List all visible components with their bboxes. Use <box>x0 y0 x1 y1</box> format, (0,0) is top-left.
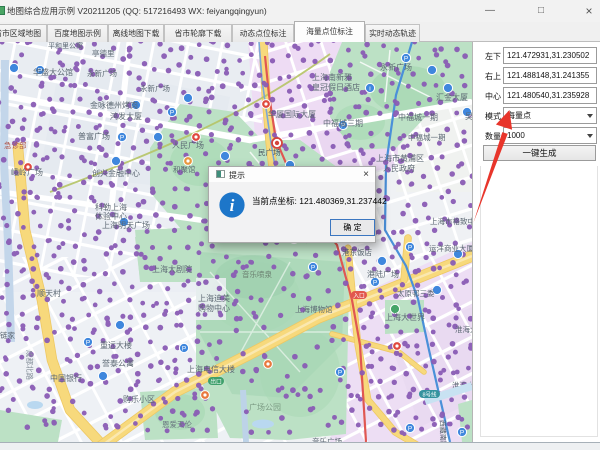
svg-text:P: P <box>182 345 186 352</box>
svg-text:上海电信大楼: 上海电信大楼 <box>187 364 235 374</box>
svg-text:恩爱天伦: 恩爱天伦 <box>162 419 192 429</box>
svg-text:上海明天广场: 上海明天广场 <box>102 220 150 230</box>
svg-text:中福城三期: 中福城三期 <box>323 118 363 128</box>
svg-text:出口: 出口 <box>210 378 222 386</box>
svg-text:上海博物馆: 上海博物馆 <box>295 304 333 314</box>
svg-text:港东饭店: 港东饭店 <box>342 247 372 257</box>
svg-text:科勒上海: 科勒上海 <box>95 202 127 212</box>
svg-text:P: P <box>338 369 342 376</box>
svg-text:上海迪美: 上海迪美 <box>198 293 230 303</box>
svg-text:吴宫大: 吴宫大 <box>465 111 472 121</box>
svg-text:永新广场: 永新广场 <box>140 83 170 93</box>
svg-text:P: P <box>373 279 377 286</box>
svg-text:体验中心: 体验中心 <box>95 211 127 221</box>
svg-text:华盛大公馆: 华盛大公馆 <box>33 67 73 77</box>
svg-text:P: P <box>408 244 412 251</box>
svg-text:创兴金融中心: 创兴金融中心 <box>92 168 140 178</box>
svg-text:i: i <box>230 196 235 215</box>
svg-text:华厦国际大厦: 华厦国际大厦 <box>268 109 316 119</box>
svg-text:8号线: 8号线 <box>422 391 437 399</box>
svg-text:峨岭广场: 峨岭广场 <box>11 167 43 177</box>
svg-text:皇冠假日酒店: 皇冠假日酒店 <box>312 82 360 92</box>
svg-text:P: P <box>120 134 124 141</box>
svg-text:港陆广场: 港陆广场 <box>367 269 399 279</box>
svg-text:鸿发大厦: 鸿发大厦 <box>110 111 142 121</box>
svg-text:亭德里: 亭德里 <box>92 48 115 58</box>
svg-text:P: P <box>311 264 315 271</box>
svg-text:汇金大厦: 汇金大厦 <box>436 92 468 102</box>
svg-text:重远大楼: 重远大楼 <box>100 340 132 350</box>
svg-text:购物中心: 购物中心 <box>198 303 230 313</box>
svg-text:太原邨三委: 太原邨三委 <box>397 288 435 298</box>
svg-text:民广场: 民广场 <box>258 147 281 157</box>
svg-text:入口: 入口 <box>353 293 365 300</box>
svg-text:普富广场: 普富广场 <box>78 131 110 141</box>
svg-text:誉泰公寓: 誉泰公寓 <box>102 358 134 368</box>
svg-text:上海大剧院: 上海大剧院 <box>152 264 192 274</box>
svg-text:永新广场: 永新广场 <box>380 62 412 72</box>
svg-text:购乐小区: 购乐小区 <box>123 394 155 404</box>
svg-text:上海南新雅: 上海南新雅 <box>312 72 352 82</box>
svg-text:上海大世界: 上海大世界 <box>385 312 425 322</box>
svg-text:和聚馆: 和聚馆 <box>173 164 196 174</box>
svg-text:P: P <box>170 109 174 116</box>
svg-text:中福城一期: 中福城一期 <box>408 132 446 142</box>
svg-text:成都北路: 成都北路 <box>25 350 35 380</box>
svg-text:上海市黄浦区: 上海市黄浦区 <box>376 153 424 163</box>
svg-text:链家: 链家 <box>0 330 15 340</box>
svg-text:中福城一期: 中福城一期 <box>398 112 438 122</box>
svg-text:上海市格致中学: 上海市格致中学 <box>430 216 472 226</box>
svg-text:音乐喷泉: 音乐喷泉 <box>242 269 272 279</box>
svg-text:广场公园: 广场公园 <box>249 402 281 412</box>
svg-text:P: P <box>404 55 408 62</box>
svg-text:P: P <box>408 425 412 432</box>
svg-text:淮海大楼: 淮海大楼 <box>455 324 472 334</box>
svg-text:平和里公寓: 平和里公寓 <box>48 42 83 50</box>
svg-text:永新广场: 永新广场 <box>87 68 117 78</box>
svg-text:运洋商业大厦: 运洋商业大厦 <box>429 243 472 253</box>
svg-text:人民广场: 人民广场 <box>172 140 204 150</box>
svg-text:金咏德州烤肉: 金咏德州烤肉 <box>90 100 138 110</box>
svg-text:顺天村: 顺天村 <box>37 288 61 298</box>
svg-text:P: P <box>86 339 90 346</box>
svg-text:人民政府: 人民政府 <box>383 163 415 173</box>
svg-text:i: i <box>369 85 370 92</box>
svg-text:急诊部: 急诊部 <box>4 140 27 150</box>
svg-text:P: P <box>460 429 464 436</box>
svg-text:中国银行: 中国银行 <box>50 373 82 383</box>
